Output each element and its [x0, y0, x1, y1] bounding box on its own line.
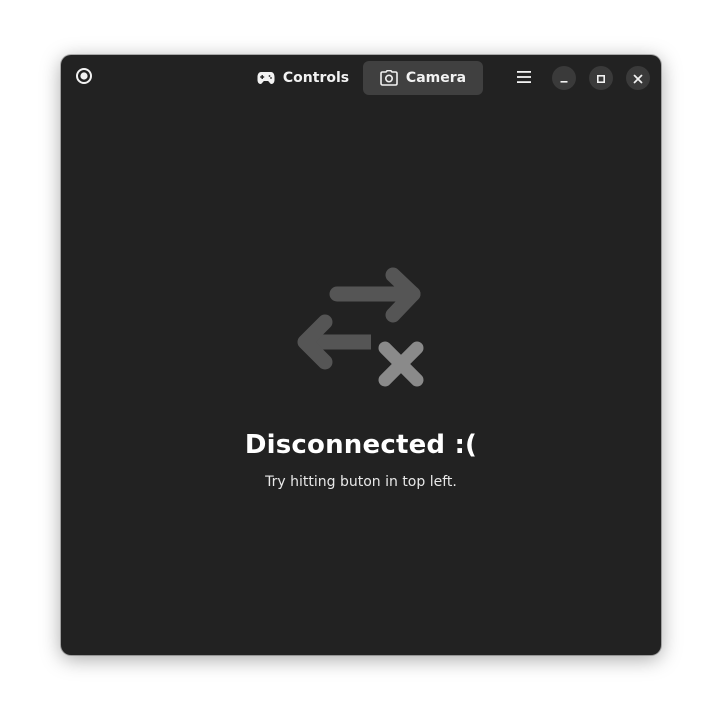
record-circle-icon — [75, 67, 93, 89]
maximize-icon — [596, 69, 606, 88]
close-button[interactable] — [626, 66, 650, 90]
camera-icon — [380, 69, 398, 87]
minimize-icon — [559, 69, 569, 88]
tab-controls[interactable]: Controls — [243, 61, 363, 95]
tab-camera[interactable]: Camera — [363, 61, 483, 95]
hamburger-menu-icon — [516, 69, 532, 88]
view-switcher: Controls Camera — [243, 61, 483, 95]
tab-camera-label: Camera — [405, 70, 467, 86]
main-menu-button[interactable] — [511, 65, 537, 91]
minimize-button[interactable] — [552, 66, 576, 90]
status-description: Try hitting buton in top left. — [265, 474, 457, 490]
connect-button[interactable] — [73, 67, 95, 89]
tab-controls-label: Controls — [282, 70, 350, 86]
gamepad-icon — [257, 69, 275, 87]
close-icon — [633, 69, 643, 88]
app-window: Controls Camera Disconnected:(Try hitt… — [61, 55, 661, 655]
network-disconnected-icon — [295, 265, 427, 389]
header-bar: Controls Camera — [61, 55, 661, 101]
status-title: Disconnected :( — [244, 430, 478, 460]
maximize-button[interactable] — [589, 66, 613, 90]
